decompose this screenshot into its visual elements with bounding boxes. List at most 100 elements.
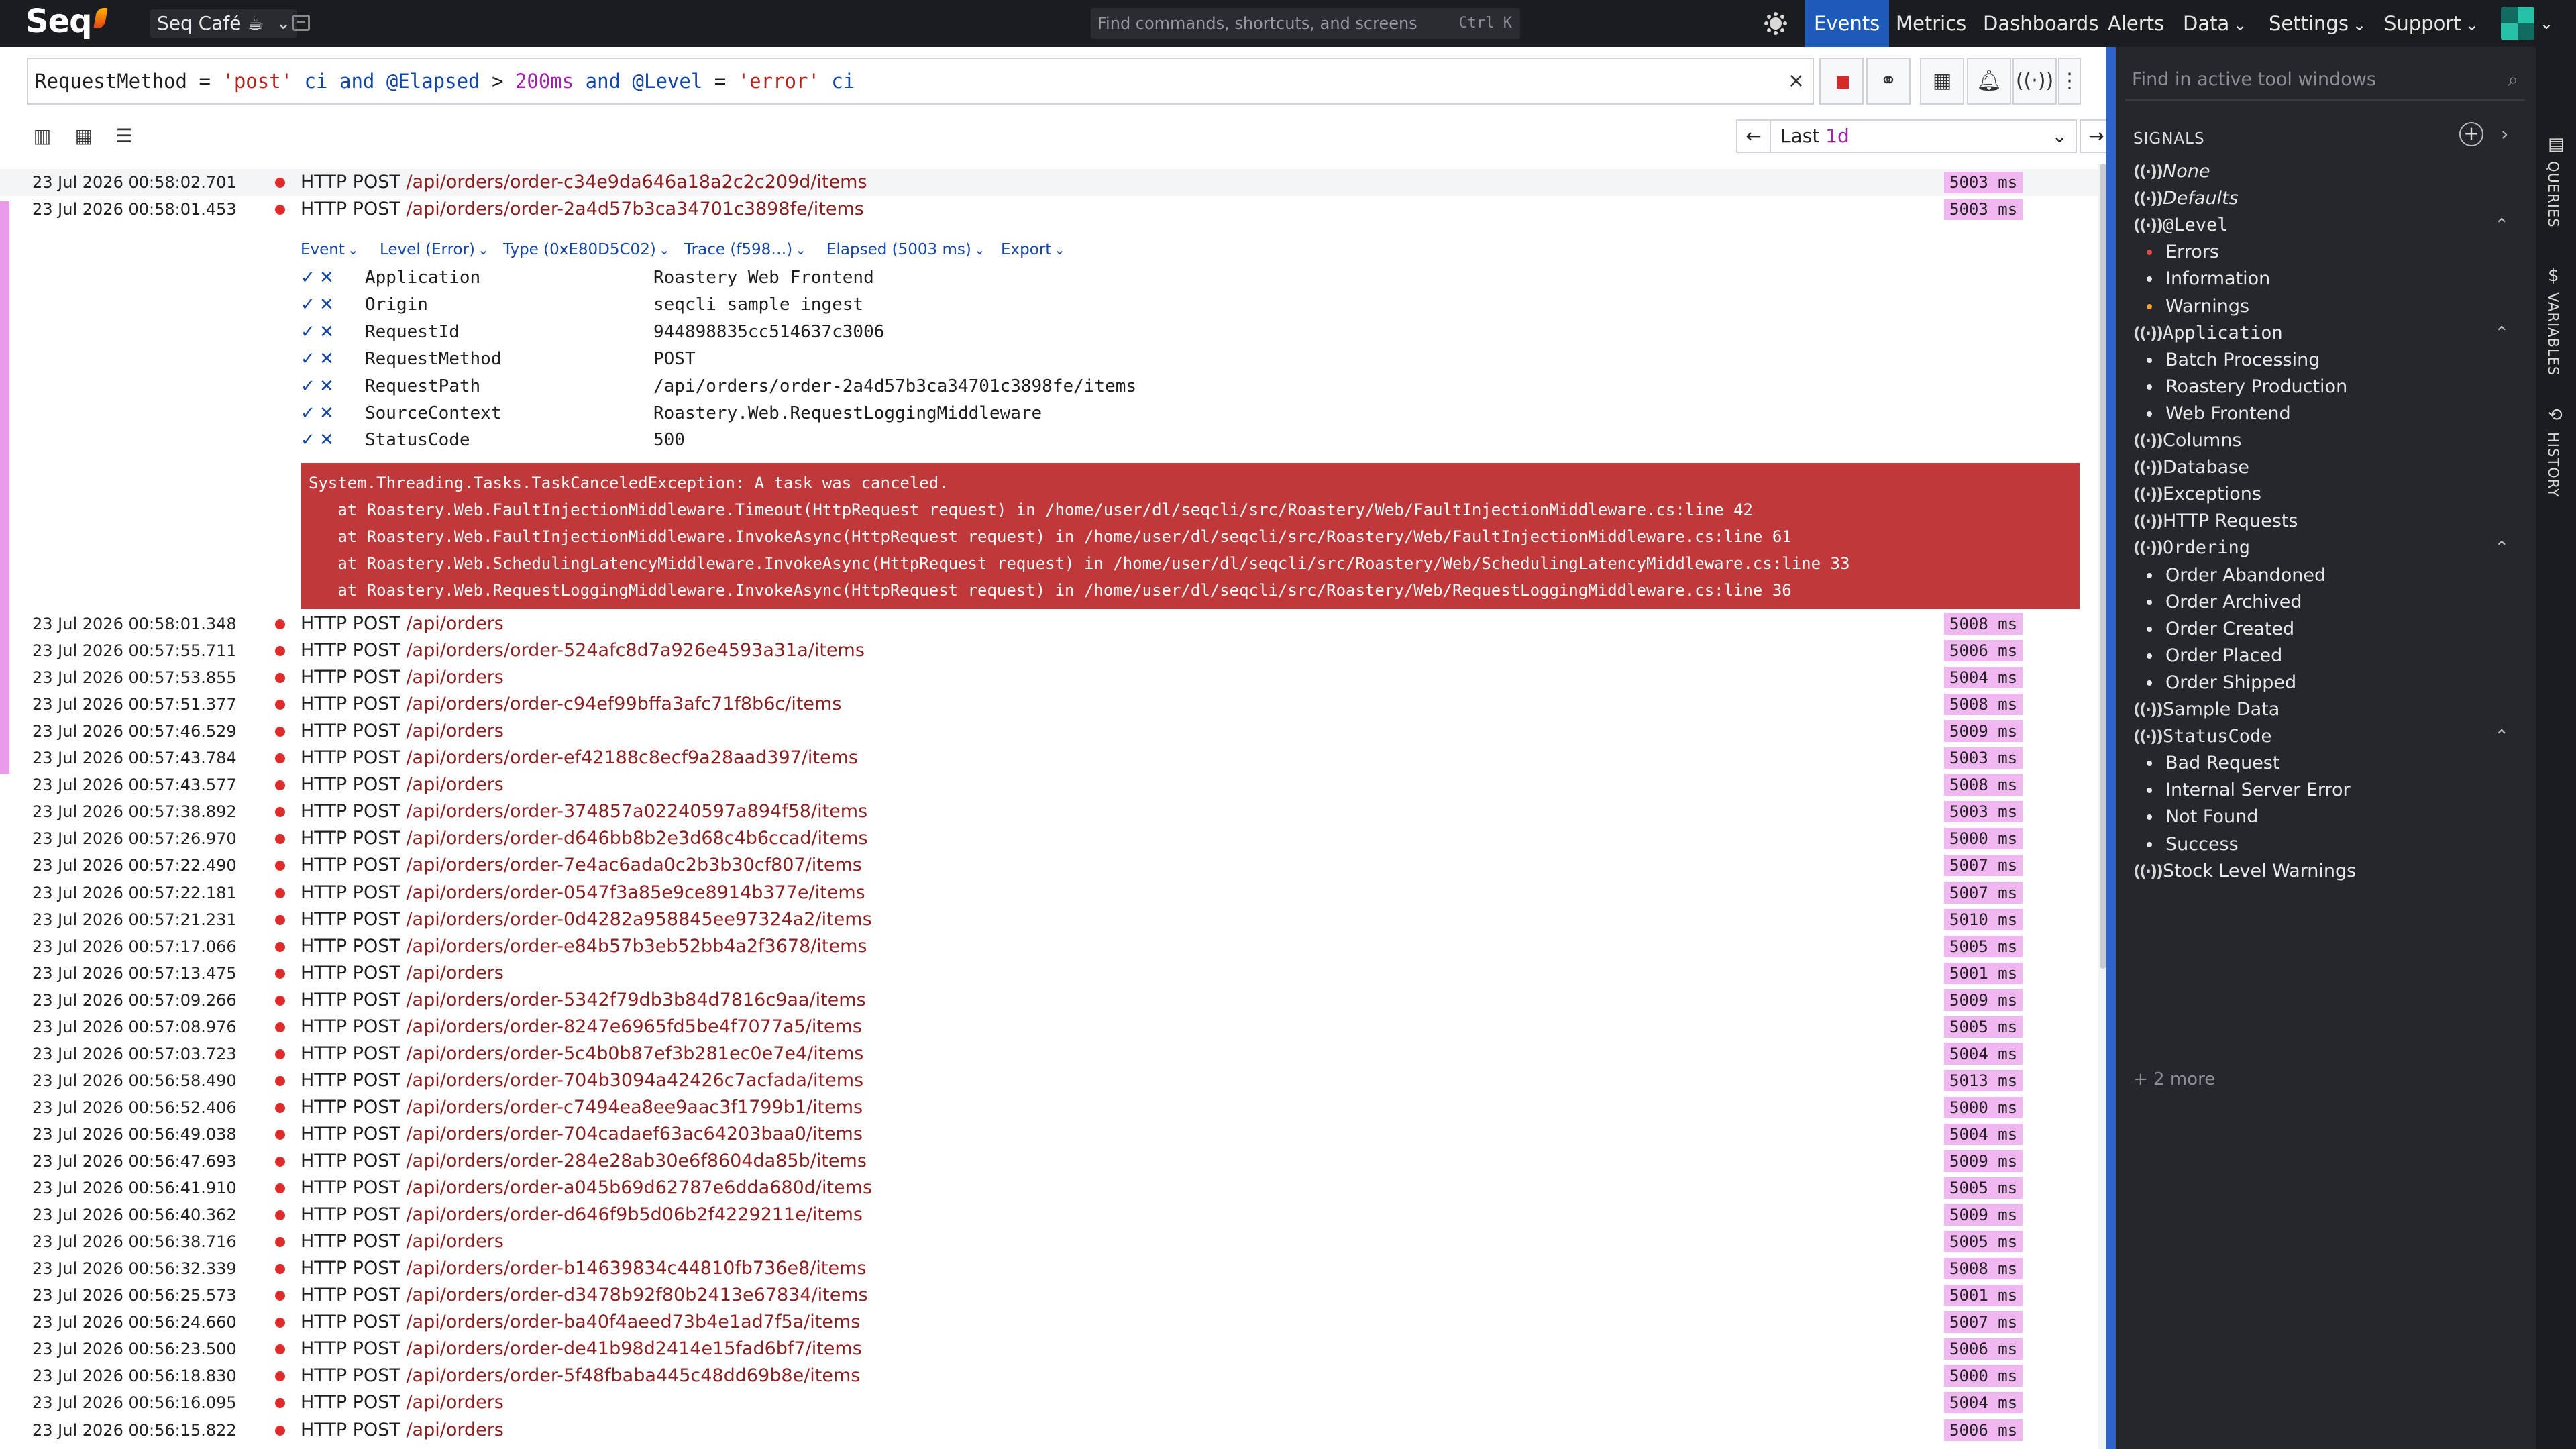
exclude-filter-icon[interactable]: ✕ — [319, 264, 334, 291]
event-row[interactable]: 23 Jul 2026 00:57:22.181 HTTP POST /api/o… — [0, 879, 2098, 906]
chevron-up-icon[interactable]: ⌃ — [2494, 320, 2509, 347]
signal-bad-request[interactable]: Bad Request — [2133, 750, 2509, 777]
event-row[interactable]: 23 Jul 2026 00:57:51.377 HTTP POST /api/o… — [0, 691, 2098, 718]
event-row[interactable]: 23 Jul 2026 00:56:58.490 HTTP POST /api/o… — [0, 1067, 2098, 1094]
event-detail-tab[interactable]: Level (Error) ⌄ — [380, 236, 489, 263]
exclude-filter-icon[interactable]: ✕ — [319, 291, 334, 318]
exclude-filter-icon[interactable]: ✕ — [319, 345, 334, 372]
clear-query-icon[interactable]: × — [1788, 59, 1805, 103]
signal-information[interactable]: Information — [2133, 266, 2509, 292]
event-row[interactable]: 23 Jul 2026 00:57:13.475 HTTP POST /api/o… — [0, 960, 2098, 987]
event-row[interactable]: 23 Jul 2026 00:56:40.362 HTTP POST /api/o… — [0, 1201, 2098, 1228]
event-row[interactable]: 23 Jul 2026 00:57:03.723 HTTP POST /api/o… — [0, 1040, 2098, 1067]
tab-history[interactable]: ⟲ HISTORY — [2541, 405, 2571, 526]
signal-database[interactable]: ((·)) Database — [2133, 454, 2509, 481]
include-filter-icon[interactable]: ✓ — [301, 319, 315, 345]
event-detail-tab[interactable]: Export ⌄ — [1001, 236, 1065, 263]
workspace-pin-icon[interactable] — [292, 15, 310, 31]
nav-settings[interactable]: Settings ⌄ — [2259, 0, 2375, 47]
time-range-selector[interactable]: ← Last 1d ⌄ — [1736, 119, 2077, 153]
signal-batch-processing[interactable]: Batch Processing — [2133, 347, 2509, 374]
chevron-up-icon[interactable]: ⌃ — [2494, 212, 2509, 239]
more-menu-button[interactable]: ⋮ — [2058, 58, 2081, 105]
signal-defaults[interactable]: ((·)) Defaults — [2133, 185, 2509, 212]
event-row[interactable]: 23 Jul 2026 00:56:47.693 HTTP POST /api/o… — [0, 1148, 2098, 1175]
event-row[interactable]: 23 Jul 2026 00:57:26.970 HTTP POST /api/o… — [0, 825, 2098, 852]
more-signals-link[interactable]: + 2 more — [2133, 1069, 2215, 1089]
include-filter-icon[interactable]: ✓ — [301, 264, 315, 291]
signal-group-level[interactable]: ((·)) @Level ⌃ — [2133, 212, 2509, 239]
event-row[interactable]: 23 Jul 2026 00:56:18.830 HTTP POST /api/o… — [0, 1362, 2098, 1389]
link-off-button[interactable]: ⚭ — [1866, 58, 1911, 105]
command-search-input[interactable]: Find commands, shortcuts, and screens Ct… — [1091, 8, 1520, 39]
event-row[interactable]: 23 Jul 2026 00:56:25.573 HTTP POST /api/o… — [0, 1282, 2098, 1309]
event-row[interactable]: 23 Jul 2026 00:56:32.339 HTTP POST /api/o… — [0, 1255, 2098, 1282]
signal-order-created[interactable]: Order Created — [2133, 616, 2509, 643]
chevron-up-icon[interactable]: ⌃ — [2494, 535, 2509, 561]
include-filter-icon[interactable]: ✓ — [301, 373, 315, 400]
event-row[interactable]: 23 Jul 2026 00:56:15.822 HTTP POST /api/o… — [0, 1417, 2098, 1444]
avatar[interactable] — [2501, 7, 2534, 40]
include-filter-icon[interactable]: ✓ — [301, 427, 315, 453]
seq-logo[interactable]: Seq — [25, 3, 92, 40]
add-to-dashboard-button[interactable]: ▦ — [1920, 58, 1964, 105]
panel-splitter[interactable] — [2106, 47, 2116, 1449]
signal-order-shipped[interactable]: Order Shipped — [2133, 669, 2509, 696]
add-alert-button[interactable]: 🔔︎ — [1967, 58, 2011, 105]
event-detail-tab[interactable]: Elapsed (5003 ms) ⌄ — [826, 236, 985, 263]
nav-dashboards[interactable]: Dashboards — [1974, 0, 2108, 47]
tree-view-icon[interactable]: ☰ — [113, 125, 136, 148]
tab-queries[interactable]: ▤ QUERIES — [2541, 134, 2571, 255]
event-row[interactable]: 23 Jul 2026 00:57:21.231 HTTP POST /api/o… — [0, 906, 2098, 933]
signal-group-statuscode[interactable]: ((·)) StatusCode ⌃ — [2133, 723, 2509, 750]
exclude-filter-icon[interactable]: ✕ — [319, 427, 334, 453]
include-filter-icon[interactable]: ✓ — [301, 400, 315, 427]
include-filter-icon[interactable]: ✓ — [301, 291, 315, 318]
event-row[interactable]: 23 Jul 2026 00:57:46.529 HTTP POST /api/o… — [0, 718, 2098, 745]
query-text[interactable]: RequestMethod = 'post' ci and @Elapsed >… — [35, 59, 855, 103]
signal-stock-level-warnings[interactable]: ((·)) Stock Level Warnings — [2133, 858, 2509, 885]
exclude-filter-icon[interactable]: ✕ — [319, 400, 334, 427]
grid-view-icon[interactable]: ▦ — [72, 125, 95, 148]
signal-group-ordering[interactable]: ((·)) Ordering ⌃ — [2133, 535, 2509, 561]
event-row[interactable]: 23 Jul 2026 00:56:24.660 HTTP POST /api/o… — [0, 1309, 2098, 1336]
nav-metrics[interactable]: Metrics — [1886, 0, 1976, 47]
range-prev-icon[interactable]: ← — [1737, 121, 1771, 152]
event-row[interactable]: 23 Jul 2026 00:57:55.711 HTTP POST /api/o… — [0, 637, 2098, 664]
signal-web-frontend[interactable]: Web Frontend — [2133, 400, 2509, 427]
signal-http-requests[interactable]: ((·)) HTTP Requests — [2133, 508, 2509, 535]
signal-not-found[interactable]: Not Found — [2133, 804, 2509, 830]
signal-none[interactable]: ((·)) None — [2133, 158, 2509, 185]
save-signal-button[interactable]: ((·)) — [2012, 58, 2057, 105]
event-row[interactable]: 23 Jul 2026 00:57:38.892 HTTP POST /api/o… — [0, 798, 2098, 825]
event-row[interactable]: 23 Jul 2026 00:58:01.348 HTTP POST /api/o… — [0, 610, 2098, 637]
find-in-tool-windows-input[interactable]: Find in active tool windows ⌕ — [2125, 59, 2525, 101]
event-row[interactable]: 23 Jul 2026 00:57:43.577 HTTP POST /api/o… — [0, 771, 2098, 798]
event-row[interactable]: 23 Jul 2026 00:56:41.910 HTTP POST /api/o… — [0, 1175, 2098, 1201]
event-row[interactable]: 23 Jul 2026 00:57:22.490 HTTP POST /api/o… — [0, 852, 2098, 879]
signal-group-application[interactable]: ((·)) Application ⌃ — [2133, 320, 2509, 347]
signal-errors[interactable]: Errors — [2133, 239, 2509, 266]
event-detail-tab[interactable]: Event ⌄ — [301, 236, 359, 263]
signal-exceptions[interactable]: ((·)) Exceptions — [2133, 481, 2509, 508]
query-input[interactable]: RequestMethod = 'post' ci and @Elapsed >… — [27, 58, 1814, 105]
event-row[interactable]: 23 Jul 2026 00:58:01.453 HTTP POST /api/o… — [0, 196, 2098, 223]
chevron-up-icon[interactable]: ⌃ — [2494, 723, 2509, 750]
exclude-filter-icon[interactable]: ✕ — [319, 373, 334, 400]
stop-button[interactable] — [1819, 58, 1864, 105]
add-signal-icon[interactable]: + — [2459, 122, 2483, 146]
event-row[interactable]: 23 Jul 2026 00:57:09.266 HTTP POST /api/o… — [0, 987, 2098, 1014]
event-row[interactable]: 23 Jul 2026 00:56:16.095 HTTP POST /api/o… — [0, 1389, 2098, 1416]
event-row[interactable]: 23 Jul 2026 00:57:08.976 HTTP POST /api/o… — [0, 1014, 2098, 1040]
event-detail-tab[interactable]: Type (0xE80D5C02) ⌄ — [503, 236, 670, 263]
signal-success[interactable]: Success — [2133, 831, 2509, 858]
event-row[interactable]: 23 Jul 2026 00:56:38.716 HTTP POST /api/o… — [0, 1228, 2098, 1255]
event-row[interactable]: 23 Jul 2026 00:56:49.038 HTTP POST /api/o… — [0, 1121, 2098, 1148]
event-row[interactable]: 23 Jul 2026 00:56:52.406 HTTP POST /api/o… — [0, 1094, 2098, 1121]
event-row[interactable]: 23 Jul 2026 00:56:23.500 HTTP POST /api/o… — [0, 1336, 2098, 1362]
exclude-filter-icon[interactable]: ✕ — [319, 319, 334, 345]
signal-order-abandoned[interactable]: Order Abandoned — [2133, 562, 2509, 589]
event-row[interactable]: 23 Jul 2026 00:57:53.855 HTTP POST /api/o… — [0, 664, 2098, 691]
chevron-right-icon[interactable]: › — [2501, 122, 2508, 146]
signal-warnings[interactable]: Warnings — [2133, 293, 2509, 320]
